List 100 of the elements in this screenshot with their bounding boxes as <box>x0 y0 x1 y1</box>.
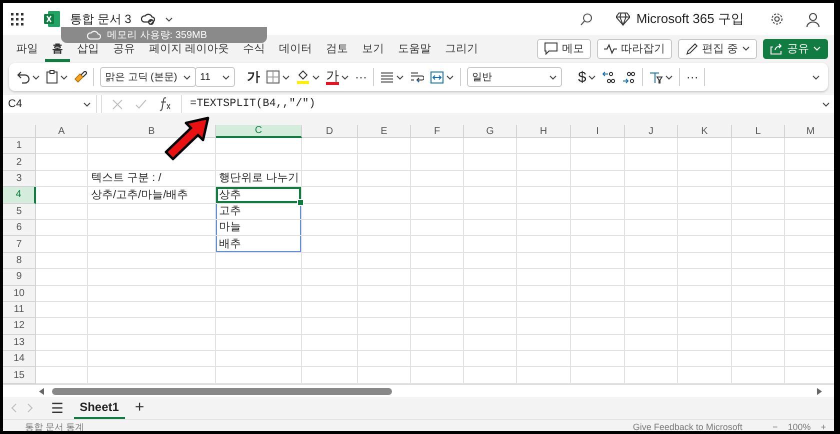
ribbon-tab[interactable]: 보기 <box>355 35 392 62</box>
cell[interactable] <box>216 351 302 368</box>
fill-handle[interactable] <box>297 198 304 206</box>
cell[interactable] <box>216 269 302 286</box>
cell[interactable] <box>678 236 732 253</box>
cell[interactable] <box>216 318 302 335</box>
font-size-dropdown[interactable]: 11 <box>195 67 235 87</box>
cell[interactable] <box>464 170 517 188</box>
cell[interactable] <box>358 204 411 220</box>
cell[interactable] <box>302 138 358 154</box>
cell[interactable] <box>517 269 571 286</box>
cell[interactable] <box>732 286 785 302</box>
editing-button[interactable]: 편집 중 <box>678 38 757 58</box>
column-header[interactable]: H <box>517 125 571 138</box>
cell[interactable]: 상추/고추/마늘/배추 <box>88 187 216 204</box>
ribbon-tab[interactable]: 파일 <box>9 35 45 62</box>
app-launcher-icon[interactable] <box>11 12 24 26</box>
cell[interactable] <box>302 318 358 335</box>
caret-icon[interactable] <box>32 74 40 80</box>
cell[interactable] <box>732 187 785 204</box>
cell[interactable] <box>36 302 88 318</box>
cell[interactable] <box>88 351 216 368</box>
cell[interactable] <box>625 154 678 171</box>
cell[interactable]: 마늘 <box>216 220 302 236</box>
caret-icon[interactable] <box>396 74 404 80</box>
cell[interactable] <box>517 187 571 204</box>
cell[interactable] <box>625 334 678 352</box>
cell[interactable] <box>517 204 571 220</box>
cell[interactable] <box>88 220 216 236</box>
previous-sheet-icon[interactable] <box>11 403 17 413</box>
zoom-level[interactable]: 100% <box>788 420 811 431</box>
buy-microsoft-365-link[interactable]: Microsoft 365 구입 <box>616 10 744 28</box>
account-icon[interactable] <box>806 12 820 26</box>
cell[interactable] <box>358 334 411 352</box>
cell[interactable] <box>411 187 464 204</box>
cell[interactable] <box>36 334 88 352</box>
cell[interactable] <box>732 154 785 171</box>
cell[interactable] <box>411 334 464 352</box>
cell[interactable] <box>88 334 216 352</box>
fill-color-icon[interactable] <box>296 70 310 84</box>
cell[interactable] <box>302 236 358 253</box>
column-header[interactable]: A <box>36 125 88 138</box>
clipboard-icon[interactable] <box>46 70 58 84</box>
cell[interactable] <box>411 138 464 154</box>
zoom-in-button[interactable]: + <box>820 420 826 431</box>
cell[interactable] <box>464 318 517 335</box>
cell[interactable] <box>678 220 732 236</box>
cell[interactable] <box>302 187 358 204</box>
caret-icon[interactable] <box>282 74 290 80</box>
horizontal-scrollbar[interactable] <box>3 384 834 397</box>
cancel-icon[interactable] <box>112 98 123 110</box>
feedback-link[interactable]: Give Feedback to Microsoft <box>632 420 742 431</box>
zoom-out-button[interactable]: − <box>772 420 778 431</box>
cell[interactable] <box>517 154 571 171</box>
cell[interactable] <box>571 286 625 302</box>
cell[interactable] <box>216 286 302 302</box>
cell[interactable] <box>411 351 464 368</box>
cell[interactable] <box>625 318 678 335</box>
cell[interactable] <box>571 204 625 220</box>
cell[interactable] <box>678 351 732 368</box>
cell[interactable] <box>302 170 358 188</box>
cell[interactable] <box>358 236 411 253</box>
cell[interactable] <box>358 170 411 188</box>
cell[interactable] <box>678 170 732 188</box>
cell[interactable] <box>517 318 571 335</box>
cell[interactable] <box>36 236 88 253</box>
ribbon-tab[interactable]: 그리기 <box>438 35 486 62</box>
cell[interactable] <box>517 351 571 368</box>
cell[interactable] <box>36 318 88 335</box>
cell[interactable] <box>464 138 517 154</box>
row-header[interactable]: 1 <box>3 138 36 154</box>
cell[interactable] <box>464 220 517 236</box>
cell[interactable] <box>517 236 571 253</box>
undo-icon[interactable] <box>17 70 30 84</box>
cell[interactable]: 고추 <box>216 204 302 220</box>
cell[interactable] <box>88 302 216 318</box>
cell[interactable] <box>625 138 678 154</box>
cell[interactable] <box>216 138 302 154</box>
cell[interactable] <box>517 334 571 352</box>
cell[interactable] <box>464 154 517 171</box>
cell[interactable] <box>358 187 411 204</box>
cell[interactable] <box>464 269 517 286</box>
cell[interactable] <box>571 318 625 335</box>
cell[interactable] <box>517 138 571 154</box>
row-header[interactable]: 5 <box>3 204 36 220</box>
settings-icon[interactable] <box>770 12 784 26</box>
cell[interactable] <box>411 154 464 171</box>
row-header[interactable]: 4 <box>3 187 36 204</box>
column-header[interactable]: L <box>732 125 785 138</box>
cell[interactable] <box>625 236 678 253</box>
cell[interactable] <box>678 204 732 220</box>
cell[interactable] <box>36 154 88 171</box>
add-sheet-button[interactable]: + <box>134 399 144 417</box>
cell[interactable] <box>464 204 517 220</box>
cell[interactable] <box>625 187 678 204</box>
enter-check-icon[interactable] <box>135 98 147 110</box>
cell[interactable] <box>302 220 358 236</box>
column-header[interactable]: I <box>571 125 625 138</box>
ribbon-tab[interactable]: 검토 <box>319 35 356 62</box>
cell[interactable] <box>36 220 88 236</box>
